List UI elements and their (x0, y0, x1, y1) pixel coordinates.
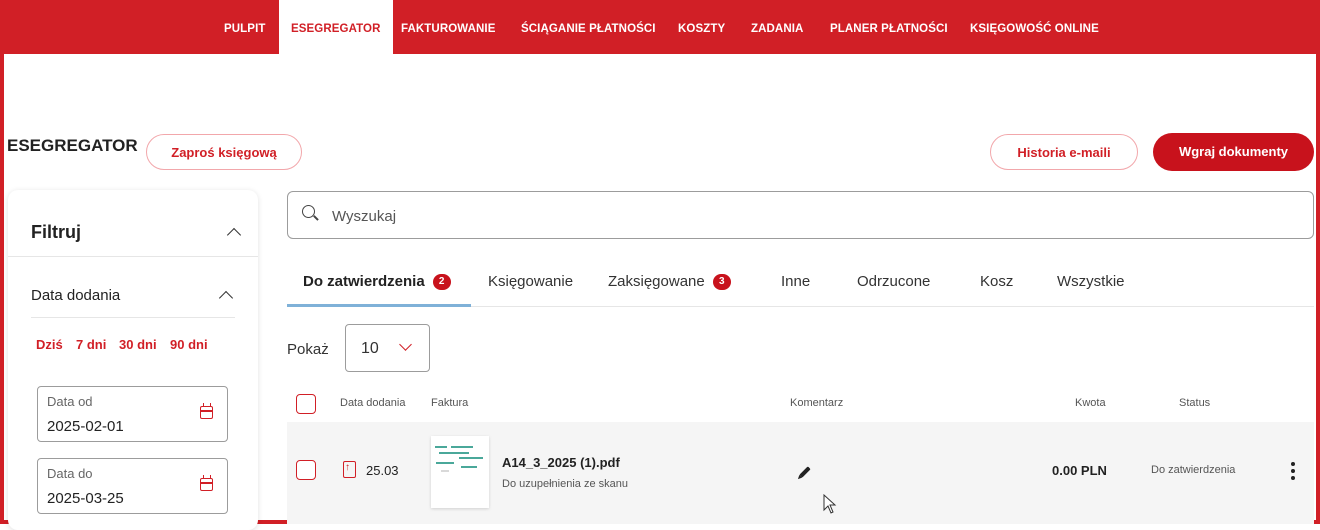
column-header-invoice[interactable]: Faktura (431, 397, 468, 409)
pdf-upload-icon (343, 461, 356, 478)
search-input[interactable] (330, 204, 1234, 228)
collapse-filter-chevron-icon[interactable] (226, 227, 242, 243)
nav-item-pulpit[interactable]: PULPIT (224, 0, 266, 54)
nav-item-koszty[interactable]: KOSZTY (678, 0, 725, 54)
document-thumbnail[interactable] (431, 436, 489, 508)
nav-item-ksiegowosc-online[interactable]: KSIĘGOWOŚĆ ONLINE (970, 0, 1099, 54)
row-date: 25.03 (366, 463, 399, 478)
tab-ksiegowanie[interactable]: Księgowanie (488, 273, 573, 290)
count-badge: 2 (432, 274, 451, 290)
page-size-label: Pokaż (287, 341, 329, 358)
tab-kosz[interactable]: Kosz (980, 273, 1013, 290)
page-size-value: 10 (361, 340, 379, 357)
tab-label: Wszystkie (1057, 273, 1125, 290)
more-options-icon[interactable] (1291, 462, 1295, 482)
search-bar (287, 191, 1314, 239)
tab-do-zatwierdzenia[interactable]: Do zatwierdzenia 2 (303, 273, 451, 290)
quick-filter-7-days[interactable]: 7 dni (76, 337, 106, 352)
column-header-status[interactable]: Status (1179, 397, 1210, 409)
tab-label: Zaksięgowane (608, 273, 705, 290)
quick-filter-30-days[interactable]: 30 dni (119, 337, 157, 352)
quick-filter-today[interactable]: Dziś (36, 337, 63, 352)
select-all-checkbox[interactable] (296, 394, 316, 414)
chevron-down-icon (399, 338, 412, 351)
date-added-section-label: Data dodania (31, 287, 121, 304)
divider (31, 317, 235, 318)
ask-accountant-button[interactable]: Zaproś księgową (146, 134, 302, 170)
tab-label: Inne (781, 273, 811, 290)
collapse-date-section-chevron-icon[interactable] (218, 290, 234, 306)
column-header-comment: Komentarz (790, 397, 844, 409)
calendar-icon[interactable] (200, 475, 213, 491)
date-to-value[interactable]: 2025-03-25 (47, 490, 124, 507)
column-header-amount[interactable]: Kwota (1075, 397, 1106, 409)
nav-item-fakturowanie[interactable]: FAKTUROWANIE (401, 0, 495, 54)
mouse-cursor-icon (823, 494, 837, 514)
quick-filter-90-days[interactable]: 90 dni (170, 337, 208, 352)
nav-item-zadania[interactable]: ZADANIA (751, 0, 803, 54)
date-from-value[interactable]: 2025-02-01 (47, 418, 124, 435)
count-badge: 3 (712, 274, 731, 290)
row-status: Do zatwierdzenia (1151, 464, 1236, 476)
filter-panel: Filtruj Data dodania Dziś 7 dni 30 dni 9… (8, 190, 258, 530)
date-to-label: Data do (47, 466, 93, 481)
row-amount: 0.00 PLN (1052, 463, 1107, 478)
date-from-label: Data od (47, 394, 93, 409)
date-from-field[interactable]: Data od 2025-02-01 (37, 386, 228, 442)
column-header-date[interactable]: Data dodania (340, 397, 405, 409)
calendar-icon[interactable] (200, 403, 213, 419)
tab-inne[interactable]: Inne (781, 273, 810, 290)
email-history-button[interactable]: Historia e-maili (990, 134, 1138, 170)
nav-item-planer-platnosci[interactable]: PLANER PŁATNOŚCI (830, 0, 948, 54)
tab-zaksiegowane[interactable]: Zaksięgowane 3 (608, 273, 731, 290)
row-checkbox[interactable] (296, 460, 316, 480)
filter-title: Filtruj (31, 222, 81, 242)
date-to-field[interactable]: Data do 2025-03-25 (37, 458, 228, 514)
tab-label: Odrzucone (857, 273, 931, 290)
tab-label: Kosz (980, 273, 1014, 290)
row-filename[interactable]: A14_3_2025 (1).pdf (502, 455, 620, 470)
tab-label: Księgowanie (488, 273, 574, 290)
tab-wszystkie[interactable]: Wszystkie (1057, 273, 1125, 290)
nav-item-esegregator[interactable]: ESEGREGATOR (279, 0, 393, 54)
upload-documents-button[interactable]: Wgraj dokumenty (1153, 133, 1314, 171)
divider (8, 256, 258, 257)
page-title: ESEGREGATOR (7, 136, 138, 155)
nav-item-sciaganie-platnosci[interactable]: ŚCIĄGANIE PŁATNOŚCI (521, 0, 656, 54)
row-subtitle: Do uzupełnienia ze skanu (502, 478, 628, 490)
top-navigation: PULPIT ESEGREGATOR FAKTUROWANIE ŚCIĄGANI… (0, 0, 1320, 54)
search-icon (302, 205, 315, 218)
active-tab-indicator (287, 304, 471, 307)
page-size-select[interactable]: 10 (345, 324, 430, 372)
tab-label: Do zatwierdzenia (303, 273, 425, 290)
tab-odrzucone[interactable]: Odrzucone (857, 273, 930, 290)
